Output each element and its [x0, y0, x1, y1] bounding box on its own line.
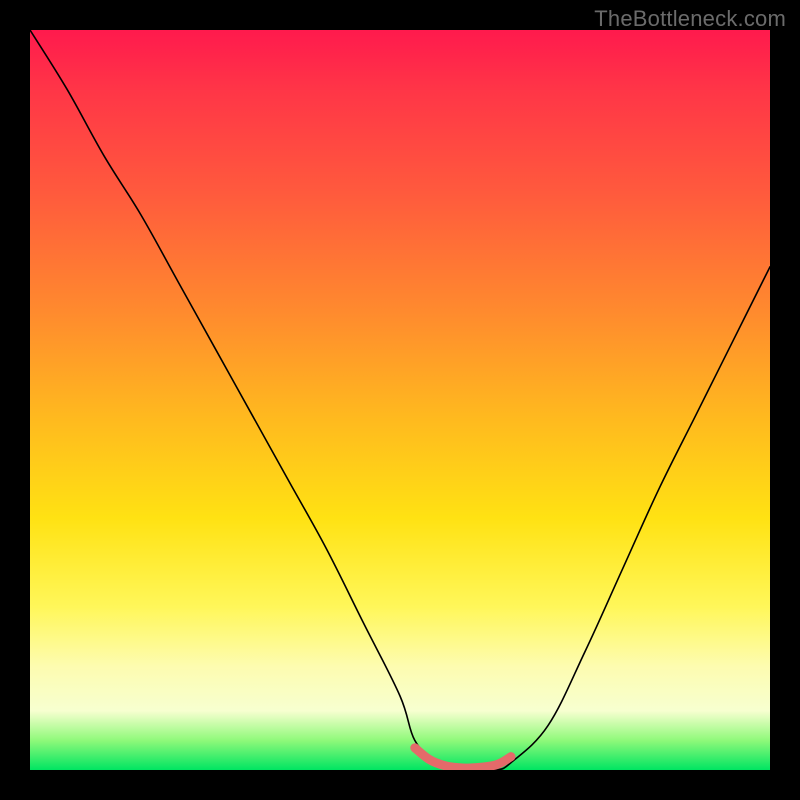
chart-frame: TheBottleneck.com — [0, 0, 800, 800]
trough-highlight-line — [415, 748, 511, 768]
curve-layer — [30, 30, 770, 770]
v-curve-line — [30, 30, 770, 770]
watermark-text: TheBottleneck.com — [594, 6, 786, 32]
gradient-plot-area — [30, 30, 770, 770]
